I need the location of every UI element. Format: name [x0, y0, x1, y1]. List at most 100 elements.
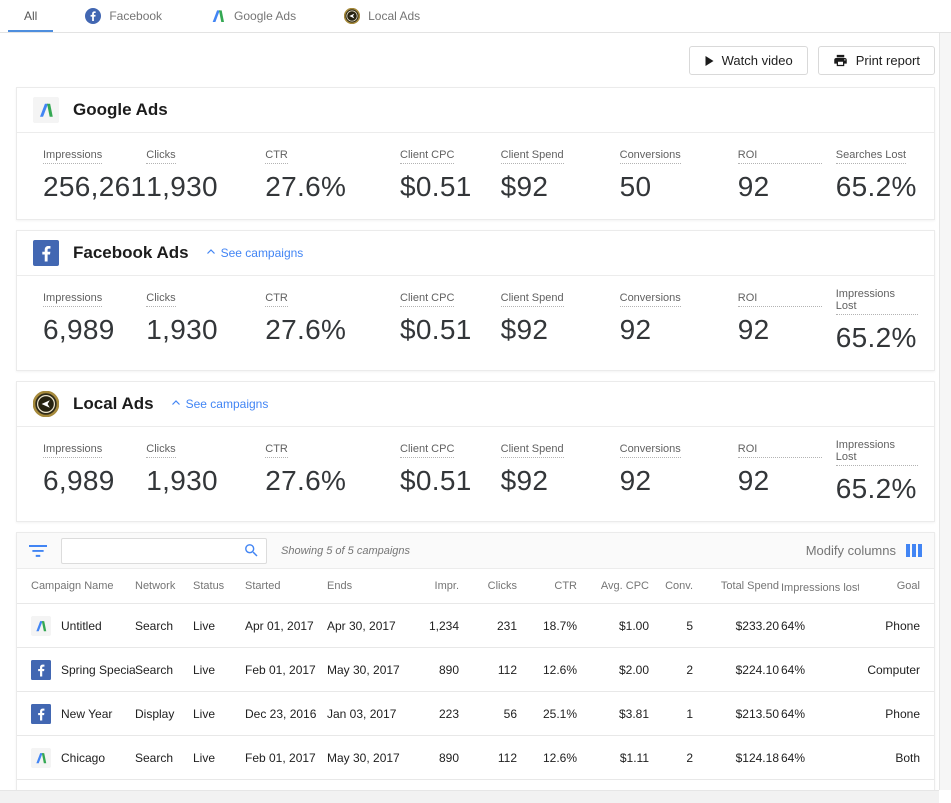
metric-value: 27.6%: [265, 171, 400, 203]
card-title: Local Ads: [73, 394, 154, 414]
printer-icon: [833, 53, 848, 68]
tab-google-ads-label: Google Ads: [234, 9, 296, 23]
ends: May 30, 2017: [327, 751, 413, 765]
see-campaigns-link[interactable]: See campaigns: [170, 397, 269, 412]
search-icon[interactable]: [243, 542, 260, 559]
metric-label: Client CPC: [400, 443, 454, 458]
col-conv[interactable]: Conv.: [649, 580, 693, 592]
avg-cpc: $1.11: [577, 751, 649, 765]
ctr: 18.7%: [517, 619, 577, 633]
filter-icon[interactable]: [29, 544, 47, 558]
impressions-lost: 64%: [779, 619, 859, 633]
campaign-name: Untitled: [61, 619, 102, 633]
ends: May 30, 2017: [327, 663, 413, 677]
modify-columns-button[interactable]: Modify columns: [806, 543, 922, 558]
avg-cpc: $1.00: [577, 619, 649, 633]
metrics-row: Impressions6,989 Clicks1,930 CTR27.6% Cl…: [17, 276, 934, 370]
vertical-scrollbar[interactable]: [939, 33, 951, 790]
metric-label: Conversions: [620, 443, 681, 458]
page-actions: Watch video Print report: [0, 33, 951, 87]
started: Feb 01, 2017: [245, 751, 327, 765]
table-row[interactable]: Chicago Search Live Feb 01, 2017 May 30,…: [17, 735, 934, 779]
col-total-spend[interactable]: Total Spend: [693, 580, 779, 592]
watch-video-button[interactable]: Watch video: [689, 46, 808, 75]
conv: 1: [649, 707, 693, 721]
metric-label: Searches Lost: [836, 149, 906, 164]
network: Search: [135, 663, 193, 677]
metric-label: Client CPC: [400, 149, 454, 164]
table-row[interactable]: Spring Special Search Live Feb 01, 2017 …: [17, 647, 934, 691]
print-report-button[interactable]: Print report: [818, 46, 935, 75]
search-input[interactable]: [70, 544, 243, 558]
metric-label: Impressions Lost: [836, 439, 918, 466]
metric-value: 6,989: [43, 465, 146, 497]
metric-value: 27.6%: [265, 465, 400, 497]
conv: 2: [649, 663, 693, 677]
metric-label: ROI: [738, 149, 822, 164]
tab-facebook[interactable]: Facebook: [61, 0, 186, 32]
metric-label: Client CPC: [400, 292, 454, 307]
tab-facebook-label: Facebook: [109, 9, 162, 23]
col-impressions-lost[interactable]: Impressions lost↓: [779, 579, 859, 594]
metric-label: CTR: [265, 149, 288, 164]
metric-value: $0.51: [400, 465, 501, 497]
metric-label: Impressions Lost: [836, 288, 918, 315]
col-clicks[interactable]: Clicks: [459, 580, 517, 592]
tab-local-ads[interactable]: Local Ads: [320, 0, 444, 32]
impr: 223: [413, 707, 459, 721]
impr: 890: [413, 751, 459, 765]
metric-value: 1,930: [146, 314, 265, 346]
status: Live: [193, 619, 245, 633]
total-spend: $213.50: [693, 707, 779, 721]
col-status[interactable]: Status: [193, 580, 245, 592]
horizontal-scrollbar[interactable]: [0, 790, 939, 803]
network: Display: [135, 707, 193, 721]
table-row[interactable]: Untitled Search Live Apr 01, 2017 Apr 30…: [17, 603, 934, 647]
col-started[interactable]: Started: [245, 580, 327, 592]
facebook-icon: [31, 704, 51, 724]
tab-google-ads[interactable]: Google Ads: [186, 0, 320, 32]
avg-cpc: $3.81: [577, 707, 649, 721]
col-ends[interactable]: Ends: [327, 580, 413, 592]
impr: 1,234: [413, 619, 459, 633]
col-avg-cpc[interactable]: Avg. CPC: [577, 580, 649, 592]
col-impr[interactable]: Impr.: [413, 580, 459, 592]
metric-value: $92: [501, 171, 620, 203]
col-network[interactable]: Network: [135, 580, 193, 592]
metric-label: ROI: [738, 292, 822, 307]
facebook-icon: [85, 8, 101, 24]
columns-icon: [906, 544, 922, 557]
metrics-row: Impressions256,261 Clicks1,930 CTR27.6% …: [17, 133, 934, 219]
facebook-icon: [31, 660, 51, 680]
chevron-up-icon: [205, 246, 217, 261]
metric-value: 92: [620, 465, 738, 497]
metric-label: Client Spend: [501, 149, 564, 164]
started: Dec 23, 2016: [245, 707, 327, 721]
metric-value: 1,930: [146, 171, 265, 203]
tab-all[interactable]: All: [0, 0, 61, 32]
metric-value: 27.6%: [265, 314, 400, 346]
table-row[interactable]: New Year Display Live Dec 23, 2016 Jan 0…: [17, 691, 934, 735]
goal: Computer: [859, 663, 920, 677]
col-ctr[interactable]: CTR: [517, 580, 577, 592]
metric-value: $0.51: [400, 171, 501, 203]
metric-label: Impressions: [43, 149, 102, 164]
impr: 890: [413, 663, 459, 677]
started: Feb 01, 2017: [245, 663, 327, 677]
local-ads-icon: [344, 8, 360, 24]
network: Search: [135, 751, 193, 765]
metrics-row: Impressions6,989 Clicks1,930 CTR27.6% Cl…: [17, 427, 934, 521]
table-toolbar: Showing 5 of 5 campaigns Modify columns: [17, 533, 934, 569]
metric-value: 92: [738, 465, 836, 497]
started: Apr 01, 2017: [245, 619, 327, 633]
campaign-name: Spring Special: [61, 663, 135, 677]
goal: Phone: [859, 707, 920, 721]
goal: Both: [859, 751, 920, 765]
col-goal[interactable]: Goal: [859, 580, 920, 592]
ends: Jan 03, 2017: [327, 707, 413, 721]
facebook-ads-summary-card: Facebook Ads See campaigns Impressions6,…: [16, 230, 935, 371]
impressions-lost: 64%: [779, 663, 859, 677]
col-campaign-name[interactable]: Campaign Name: [31, 580, 135, 592]
metric-value: 6,989: [43, 314, 146, 346]
see-campaigns-link[interactable]: See campaigns: [205, 246, 304, 261]
